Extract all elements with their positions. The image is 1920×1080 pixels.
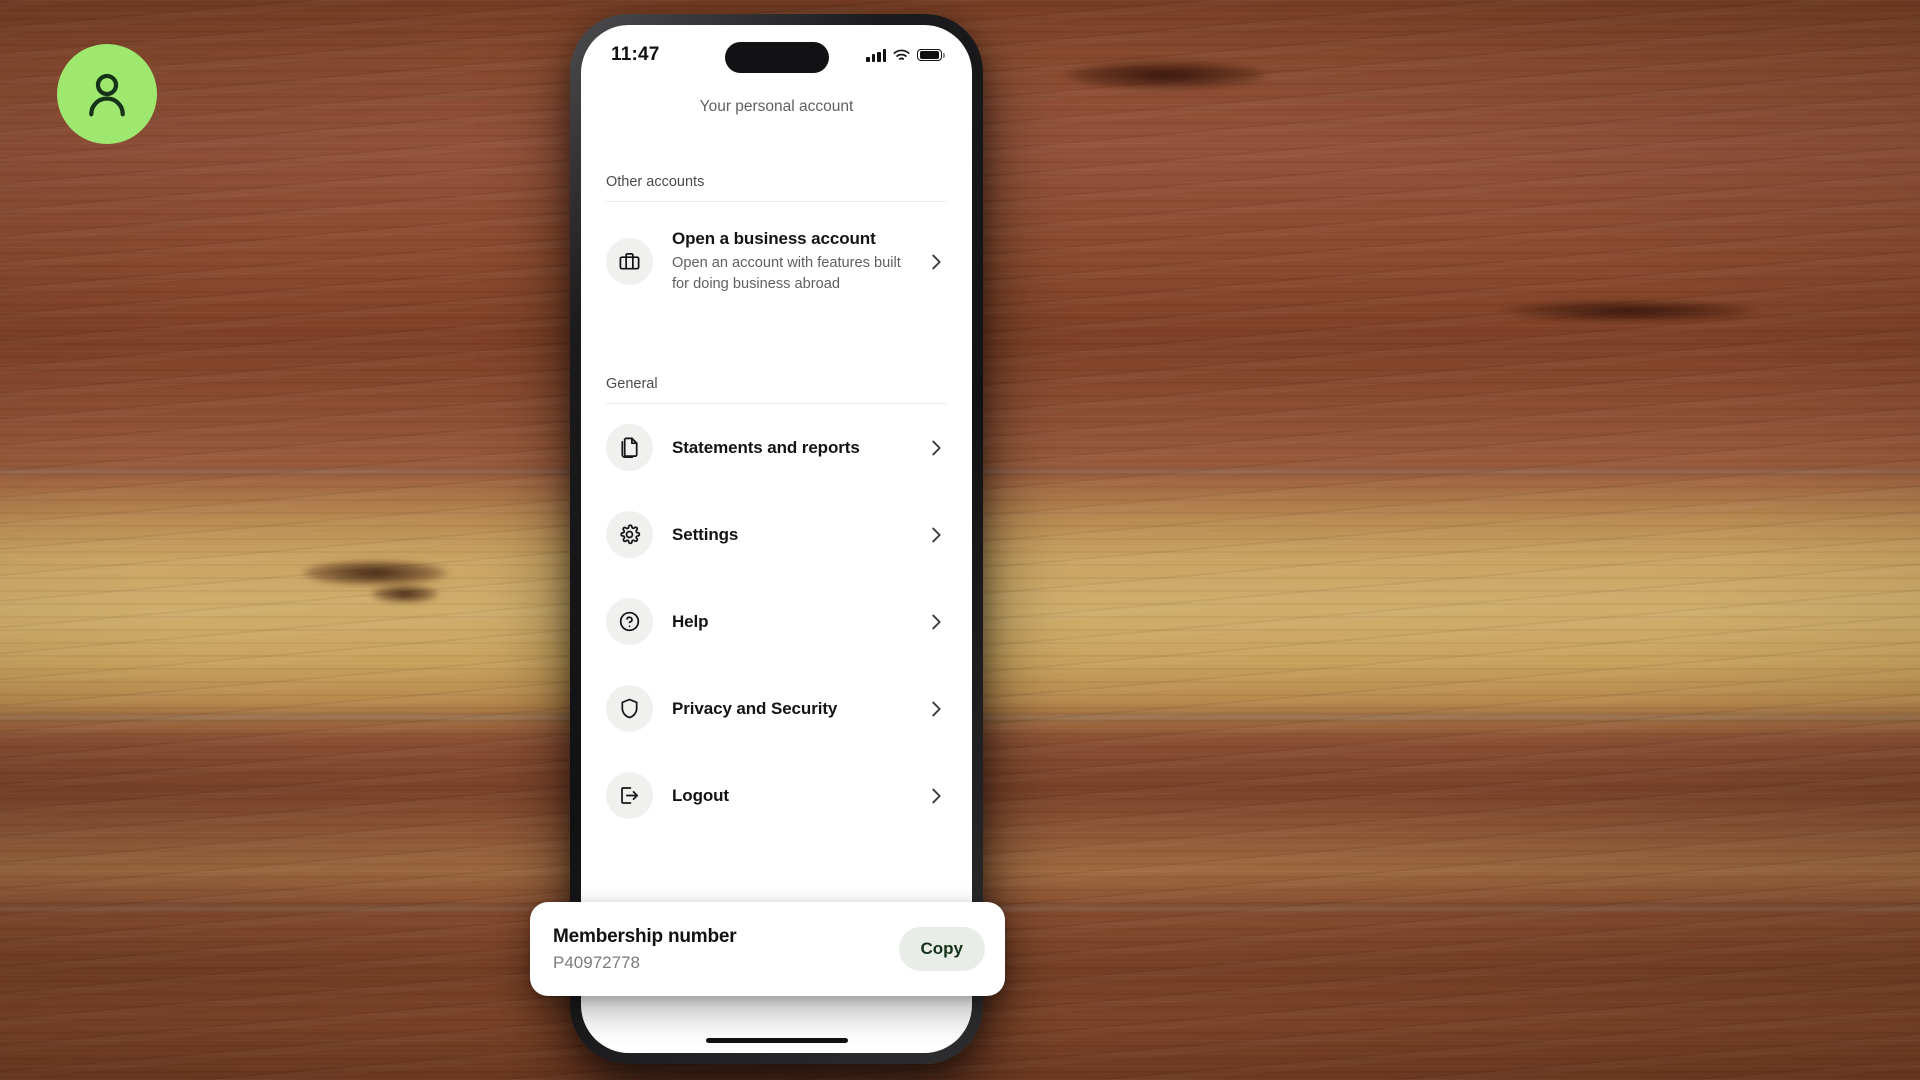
avatar[interactable] xyxy=(57,44,157,144)
chevron-right-icon xyxy=(932,614,941,630)
row-text: Settings xyxy=(672,525,906,545)
row-text: Privacy and Security xyxy=(672,699,906,719)
person-icon xyxy=(89,73,125,117)
scene: 11:47 Your personal account Other accoun… xyxy=(0,0,1920,1080)
documents-icon xyxy=(621,437,638,459)
membership-number-card: Membership number P40972778 Copy xyxy=(530,902,1005,996)
row-text: Statements and reports xyxy=(672,438,906,458)
logout-icon-wrap xyxy=(606,772,653,820)
row-settings[interactable]: Settings xyxy=(606,491,947,578)
row-logout[interactable]: Logout xyxy=(606,752,947,839)
chevron-right-icon xyxy=(932,440,941,456)
membership-text: Membership number P40972778 xyxy=(553,926,899,973)
row-help[interactable]: Help xyxy=(606,578,947,665)
status-time: 11:47 xyxy=(611,44,660,65)
briefcase-icon-wrap xyxy=(606,238,653,286)
row-privacy-and-security[interactable]: Privacy and Security xyxy=(606,665,947,752)
wifi-icon xyxy=(893,49,910,60)
gear-icon-wrap xyxy=(606,511,653,559)
row-text: Open a business account Open an account … xyxy=(672,229,906,294)
row-statements-and-reports[interactable]: Statements and reports xyxy=(606,404,947,491)
signal-bars-icon xyxy=(866,48,886,62)
chevron-right-icon xyxy=(932,527,941,543)
gear-icon xyxy=(620,524,641,545)
dynamic-island xyxy=(724,42,829,73)
row-title: Statements and reports xyxy=(672,437,860,457)
shield-icon-wrap xyxy=(606,685,653,733)
home-indicator[interactable] xyxy=(705,1037,848,1043)
row-title: Logout xyxy=(672,785,729,805)
section-label-other-accounts: Other accounts xyxy=(606,174,705,190)
phone-screen: 11:47 Your personal account Other accoun… xyxy=(581,25,972,1053)
question-circle-icon-wrap xyxy=(606,598,653,646)
row-title: Privacy and Security xyxy=(672,698,838,718)
row-title: Open a business account xyxy=(672,229,876,248)
status-icons xyxy=(866,48,945,62)
copy-button[interactable]: Copy xyxy=(898,927,985,971)
question-circle-icon xyxy=(619,612,640,632)
shield-icon xyxy=(621,699,638,719)
battery-full-icon xyxy=(917,48,945,62)
settings-list: Other accounts Open a business account O… xyxy=(581,122,972,839)
documents-icon-wrap xyxy=(606,424,653,472)
account-subtitle: Your personal account xyxy=(699,98,854,115)
row-open-business-account[interactable]: Open a business account Open an account … xyxy=(606,202,947,324)
row-title: Help xyxy=(672,611,709,631)
chevron-right-icon xyxy=(932,701,941,717)
briefcase-icon xyxy=(619,253,640,270)
section-label-general: General xyxy=(606,376,658,393)
row-text: Help xyxy=(672,612,906,632)
row-subtitle: Open an account with features built for … xyxy=(672,255,901,292)
row-title: Settings xyxy=(672,524,739,544)
chevron-right-icon xyxy=(932,254,941,270)
logout-icon xyxy=(621,787,639,805)
membership-number-value: P40972778 xyxy=(553,952,640,972)
row-text: Logout xyxy=(672,786,906,806)
chevron-right-icon xyxy=(932,788,941,804)
status-bar: 11:47 xyxy=(581,25,972,79)
membership-title: Membership number xyxy=(553,925,737,947)
